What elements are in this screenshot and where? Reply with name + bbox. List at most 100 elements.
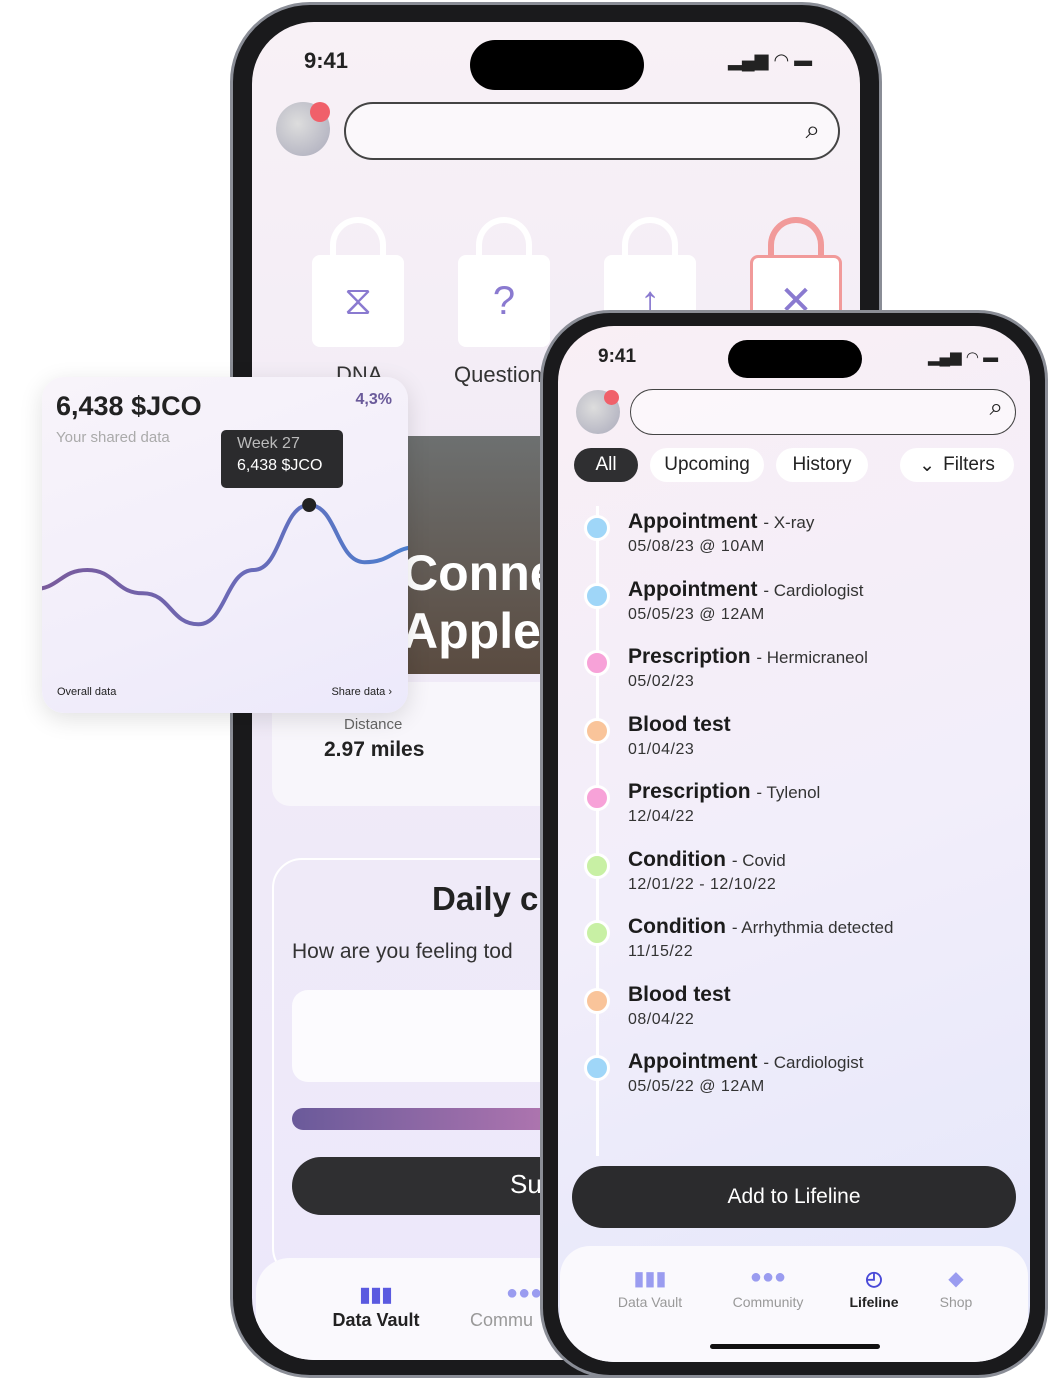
chevron-down-icon: ⌄: [919, 454, 936, 476]
timeline-dot: [584, 582, 610, 609]
timeline-item[interactable]: Blood test 08/04/22: [628, 983, 731, 1029]
filters-label: Filters: [943, 454, 995, 475]
tag-icon: ◆: [948, 1268, 964, 1290]
timeline-dot: [584, 650, 610, 676]
item-title: Condition: [628, 915, 726, 938]
item-detail: Cardiologist: [773, 580, 864, 600]
item-title: Appointment: [628, 510, 758, 533]
chart-tooltip: Week 27 6,438 $JCO: [221, 430, 343, 488]
search-icon[interactable]: ⌕: [805, 114, 820, 146]
nav-label: Commu: [470, 1310, 534, 1330]
timeline-dot: [584, 785, 610, 811]
timeline-dot: [584, 920, 610, 946]
banner-title: Apple: [402, 603, 541, 659]
timeline-item[interactable]: Blood test 01/04/23: [628, 713, 731, 759]
item-date: 11/15/22: [628, 943, 694, 960]
dynamic-island: [728, 340, 862, 378]
item-date: 01/04/23: [628, 740, 695, 758]
item-date: 05/02/23: [628, 673, 695, 690]
item-date: 05/05/22 @ 12AM: [628, 1078, 765, 1095]
timeline-dot: [584, 515, 610, 541]
category-question[interactable]: ?: [458, 217, 550, 347]
search-input[interactable]: ⌕: [630, 389, 1016, 435]
notification-dot: [310, 102, 330, 122]
item-title: Prescription: [628, 645, 751, 668]
banner-title: Conne: [402, 545, 558, 601]
timeline-dot: [584, 1055, 610, 1081]
timeline-dot: [584, 987, 610, 1014]
bottom-nav: ▮▮▮ Data Vault ●●● Community ◴ Lifeline ◆ Sh…: [560, 1246, 1028, 1362]
nav-label: Lifeline: [849, 1294, 899, 1310]
timeline-item[interactable]: Appointment - Cardiologist 05/05/23 @ 12A…: [628, 578, 863, 624]
tooltip-week: Week 27: [237, 435, 300, 452]
timeline-item[interactable]: Prescription - Hermicraneol 05/02/23: [628, 645, 868, 691]
item-detail: X-ray: [773, 513, 815, 532]
tab-upcoming[interactable]: Upcoming: [650, 448, 764, 482]
status-icons: ▂▄▆ ◠ ▬: [928, 349, 999, 366]
tooltip-value: 6,438 $JCO: [237, 457, 323, 474]
item-title: Blood test: [628, 982, 731, 1006]
stat-label: Distance: [344, 716, 403, 733]
dynamic-island: [470, 40, 644, 90]
item-date: 12/04/22: [628, 808, 695, 825]
daily-title: Daily c: [432, 880, 539, 917]
item-date: 05/08/23 @ 10AM: [628, 538, 765, 555]
item-title: Appointment: [628, 577, 758, 601]
search-icon[interactable]: ⌕: [990, 394, 1003, 422]
chart-card: 6,438 $JCO Your shared data 4,3% Week 27…: [42, 377, 408, 713]
item-date: 12/01/22 - 12/10/22: [628, 875, 777, 893]
nav-data-vault[interactable]: ▮▮▮ Data Vault: [600, 1266, 700, 1310]
line-chart: [42, 498, 408, 627]
search-input[interactable]: ⌕: [344, 102, 840, 160]
timeline-item[interactable]: Condition - Arrhythmia detected 11/15/22: [628, 915, 893, 961]
home-indicator: [710, 1344, 880, 1349]
nav-label: Data Vault: [332, 1310, 420, 1330]
tab-all[interactable]: All: [574, 448, 638, 482]
front-phone-screen: 9:41 ▂▄▆ ◠ ▬ ⌕ All Upcoming History ⌄ Fil…: [558, 326, 1030, 1362]
nav-community[interactable]: ●●● Community: [718, 1266, 818, 1310]
category-label: Question: [454, 362, 543, 387]
timeline-dot: [584, 852, 610, 879]
nav-label: Data Vault: [617, 1294, 683, 1310]
item-title: Prescription: [628, 780, 751, 803]
nav-label: Shop: [939, 1294, 973, 1310]
daily-question: How are you feeling tod: [292, 940, 513, 963]
timeline-item[interactable]: Prescription - Tylenol 12/04/22: [628, 780, 820, 826]
item-date: 08/04/22: [628, 1010, 695, 1028]
category-dna[interactable]: ⧖: [312, 217, 404, 347]
timeline-item[interactable]: Appointment - X-ray 05/08/23 @ 10AM: [628, 510, 814, 556]
item-detail: Tylenol: [766, 783, 821, 802]
status-time: 9:41: [304, 48, 349, 73]
community-icon: ●●●: [749, 1266, 787, 1288]
status-time: 9:41: [598, 346, 637, 367]
dna-icon: ⧖: [312, 255, 404, 347]
timeline-item[interactable]: Appointment - Cardiologist 05/05/22 @ 12A…: [628, 1050, 863, 1096]
item-detail: Arrhythmia detected: [741, 918, 894, 937]
status-icons: ▂▄▆ ◠ ▬: [728, 50, 813, 70]
series-line: [42, 502, 408, 627]
share-data-label: Share data: [331, 686, 386, 698]
question-icon: ?: [458, 255, 550, 347]
nav-shop[interactable]: ◆ Shop: [906, 1266, 1006, 1310]
item-detail: Cardiologist: [773, 1053, 864, 1072]
share-data-link[interactable]: Share data ›: [331, 686, 392, 698]
overall-data-label: Overall data: [57, 686, 117, 698]
tab-history[interactable]: History: [776, 448, 868, 482]
nav-data-vault[interactable]: ▮▮▮ Data Vault: [316, 1282, 436, 1331]
item-date: 05/05/23 @ 12AM: [628, 605, 765, 623]
item-title: Appointment: [628, 1050, 758, 1073]
nav-label: Community: [732, 1294, 804, 1310]
item-title: Blood test: [628, 712, 731, 736]
notification-dot: [604, 390, 619, 405]
bar-chart-icon: ▮▮▮: [633, 1268, 667, 1290]
bar-chart-icon: ▮▮▮: [359, 1284, 393, 1306]
stat-value: 2.97 miles: [324, 738, 425, 761]
chevron-right-icon: ›: [388, 686, 392, 698]
timeline-item[interactable]: Condition - Covid 12/01/22 - 12/10/22: [628, 848, 786, 894]
add-to-lifeline-button[interactable]: Add to Lifeline: [572, 1166, 1016, 1228]
highlight-point[interactable]: [302, 498, 317, 512]
timeline-dot: [584, 717, 610, 744]
filters-button[interactable]: ⌄ Filters: [900, 448, 1014, 482]
item-title: Condition: [628, 847, 726, 871]
item-detail: Covid: [742, 850, 786, 870]
